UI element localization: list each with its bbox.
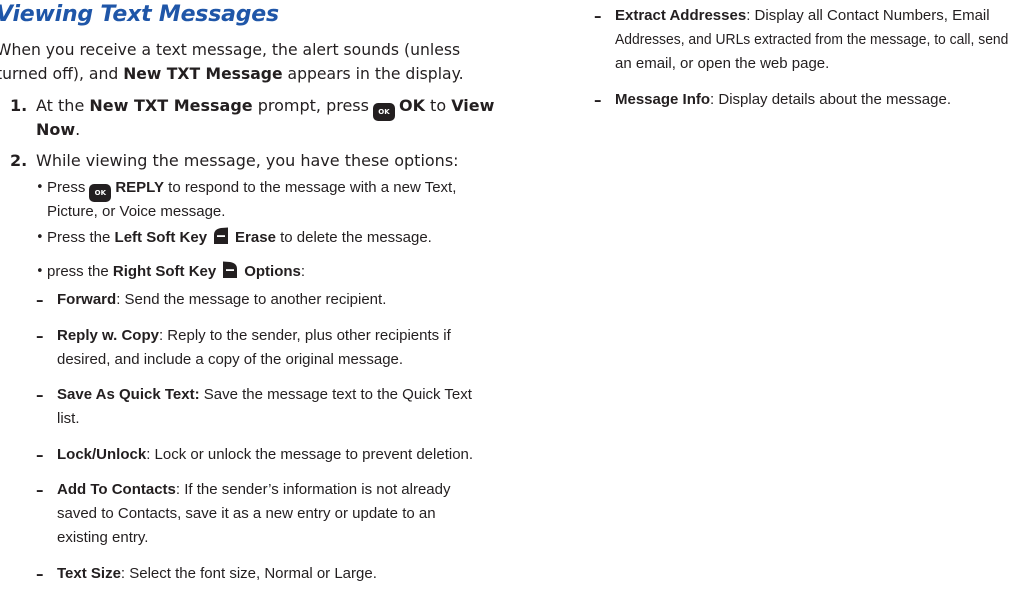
bullet-text: : <box>300 263 306 280</box>
option-text-continued: Addresses, and URLs extracted from the m… <box>615 31 1009 48</box>
bullet-text: Press <box>47 179 86 196</box>
bullet-reply-line-2: Picture, or Voice message. <box>47 203 226 220</box>
dash-marker: – <box>594 91 602 109</box>
ok-key-icon: OK <box>372 103 395 121</box>
right-soft-key-icon <box>220 260 240 280</box>
option-label: Save As Quick Text: <box>57 386 200 403</box>
dash-marker: – <box>36 327 44 345</box>
option-text-continued: list. <box>57 410 80 427</box>
bullet-reply-line-1: Press OK REPLY to respond to the message w… <box>47 176 456 202</box>
now-term: Now <box>36 120 76 139</box>
step-1-line-2: Now. <box>36 118 80 142</box>
intro-line-2: turned off), and New TXT Message appears… <box>0 62 464 86</box>
dash-marker: – <box>36 291 44 309</box>
step-2-text: While viewing the message, you have thes… <box>36 151 459 170</box>
intro-text: turned off), and <box>0 64 124 83</box>
bullet-marker: • <box>36 180 44 195</box>
dash-marker: – <box>36 386 44 404</box>
section-heading: Viewing Text Messages <box>0 2 279 27</box>
step-number: 2. <box>10 151 28 170</box>
intro-line-1: When you receive a text message, the ale… <box>0 38 460 62</box>
option-text: : Send the message to another recipient. <box>116 291 387 308</box>
dash-marker: – <box>36 565 44 583</box>
new-txt-message-term: New TXT Message <box>89 96 253 115</box>
option-text-size: Text Size: Select the font size, Normal … <box>57 562 377 586</box>
option-text: : Display details about the message. <box>710 91 951 108</box>
left-soft-key-icon <box>211 226 231 246</box>
step-text: to <box>424 96 452 115</box>
option-label: Text Size <box>57 565 121 582</box>
option-text: : Reply to the sender, plus other recipi… <box>158 327 451 344</box>
option-text: : Select the font size, Normal or Large. <box>120 565 377 582</box>
left-soft-key-term: Left Soft Key <box>114 229 208 246</box>
option-lock-unlock: Lock/Unlock: Lock or unlock the message … <box>57 443 473 467</box>
option-text: : If the sender’s information is not alr… <box>175 481 451 498</box>
bullet-options-line: press the Right Soft Key Options: <box>47 260 305 284</box>
option-text-continued: desired, and include a copy of the origi… <box>57 351 404 368</box>
step-text: At the <box>36 96 90 115</box>
right-soft-key-term: Right Soft Key <box>112 263 217 280</box>
option-label: Add To Contacts <box>57 481 176 498</box>
option-text: Save the message text to the Quick Text <box>199 386 472 403</box>
dash-marker: – <box>36 446 44 464</box>
bullet-erase-line: Press the Left Soft Key Erase to delete t… <box>47 226 432 250</box>
option-label: Forward <box>57 291 117 308</box>
intro-text: appears in the display. <box>282 64 464 83</box>
option-extract-addresses: Extract Addresses: Display all Contact N… <box>615 4 990 28</box>
option-forward: Forward: Send the message to another rec… <box>57 288 386 312</box>
option-label: Lock/Unlock <box>57 446 147 463</box>
option-text: : Lock or unlock the message to prevent … <box>146 446 474 463</box>
ok-label: OK <box>398 96 425 115</box>
option-save-as-quick-text: Save As Quick Text: Save the message tex… <box>57 383 472 407</box>
view-term: View <box>451 96 495 115</box>
step-number: 1. <box>10 96 28 115</box>
intro-text: When you receive a text message, the ale… <box>0 40 461 59</box>
intro-paragraph: When you receive a text message, the ale… <box>0 38 496 86</box>
option-add-to-contacts: Add To Contacts: If the sender’s informa… <box>57 478 450 502</box>
option-reply-w-copy: Reply w. Copy: Reply to the sender, plus… <box>57 324 451 348</box>
option-label: Message Info <box>615 91 711 108</box>
option-text-continued: saved to Contacts, save it as a new entr… <box>57 505 436 522</box>
bullet-text: to delete the message. <box>275 229 432 246</box>
bullet-marker: • <box>36 264 44 279</box>
option-label: Reply w. Copy <box>57 327 159 344</box>
step-text: . <box>75 120 81 139</box>
bullet-text: to respond to the message with a new Tex… <box>163 179 457 196</box>
bullet-text: Press the <box>47 229 115 246</box>
options-term: Options <box>244 263 301 280</box>
option-message-info: Message Info: Display details about the … <box>615 88 951 112</box>
step-text: prompt, press <box>252 96 369 115</box>
option-text-continued: existing entry. <box>57 529 149 546</box>
option-text: : Display all Contact Numbers, Email <box>746 7 990 24</box>
dash-marker: – <box>594 7 602 25</box>
dash-marker: – <box>36 481 44 499</box>
bullet-marker: • <box>36 230 44 245</box>
step-1: 1. At the New TXT Message prompt, press O… <box>10 94 494 142</box>
bullet-text: press the <box>47 263 113 280</box>
option-text-continued: an email, or open the web page. <box>615 55 830 72</box>
step-1-line-1: At the New TXT Message prompt, press OK OK… <box>36 94 494 121</box>
new-txt-message-term: New TXT Message <box>123 64 283 83</box>
reply-term: REPLY <box>115 179 164 196</box>
erase-term: Erase <box>235 229 276 246</box>
step-2: 2. While viewing the message, you have t… <box>10 149 490 173</box>
option-label: Extract Addresses <box>615 7 747 24</box>
